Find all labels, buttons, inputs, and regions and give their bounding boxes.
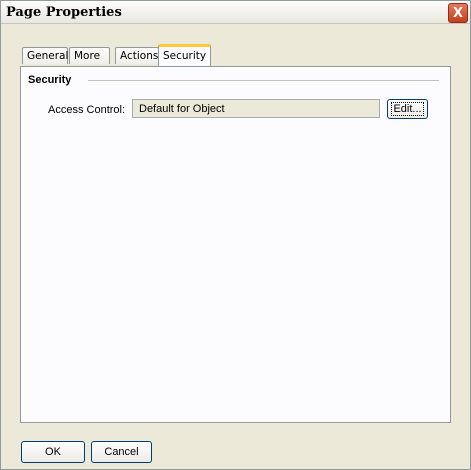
tab-actions[interactable]: Actions <box>115 47 159 64</box>
close-button[interactable]: X <box>448 3 468 23</box>
page-properties-dialog: Page Properties X General More Actions S… <box>0 0 471 470</box>
security-panel: Security Access Control: Default for Obj… <box>20 66 451 423</box>
section-divider <box>88 80 439 81</box>
access-control-field: Default for Object <box>132 99 380 118</box>
tab-more[interactable]: More <box>69 47 110 64</box>
cancel-button[interactable]: Cancel <box>91 441 152 463</box>
title-bar[interactable]: Page Properties X <box>1 1 470 24</box>
ok-button[interactable]: OK <box>21 441 85 463</box>
edit-button[interactable]: Edit... <box>387 99 428 119</box>
access-control-label: Access Control: <box>48 104 126 116</box>
tab-general[interactable]: General <box>22 47 68 64</box>
edit-button-label: Edit... <box>391 102 424 116</box>
close-icon: X <box>452 5 464 21</box>
dialog-title: Page Properties <box>6 5 122 20</box>
section-title: Security <box>28 74 72 86</box>
tab-security[interactable]: Security <box>158 44 211 66</box>
